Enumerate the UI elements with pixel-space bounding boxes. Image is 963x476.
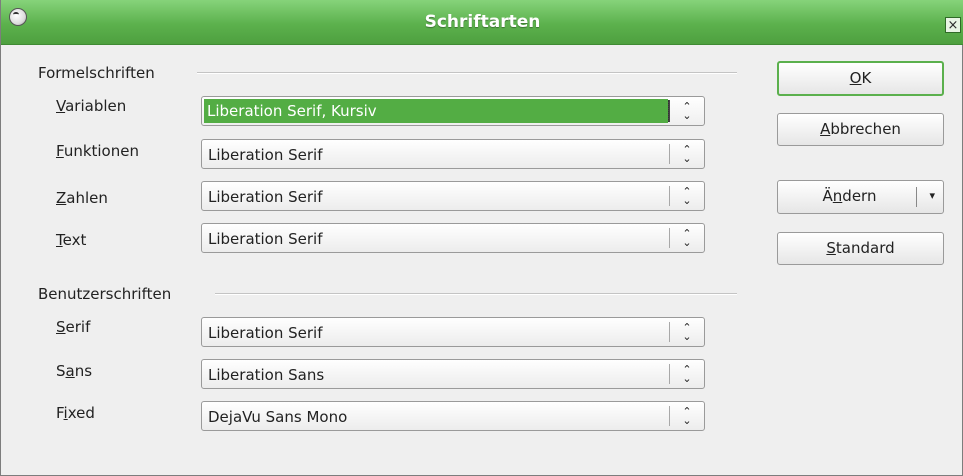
fixed-font-combo[interactable]: DejaVu Sans Mono ⌃ ⌄ — [201, 401, 705, 431]
spin-arrows-icon[interactable]: ⌃ ⌄ — [678, 144, 696, 164]
modify-label: Ändern — [822, 187, 877, 205]
dropdown-arrow-icon[interactable]: ▾ — [929, 181, 935, 211]
functions-label: Funktionen — [56, 142, 139, 160]
sans-label: Sans — [56, 362, 93, 380]
spin-arrows-icon[interactable]: ⌃ ⌄ — [678, 406, 696, 426]
numbers-label: Zahlen — [56, 189, 108, 207]
sans-font-combo[interactable]: Liberation Sans ⌃ ⌄ — [201, 359, 705, 389]
sans-font-value: Liberation Sans — [208, 366, 325, 384]
spin-arrows-icon[interactable]: ⌃ ⌄ — [678, 101, 696, 121]
spin-arrows-icon[interactable]: ⌃ ⌄ — [678, 322, 696, 342]
text-font-combo[interactable]: Liberation Serif ⌃ ⌄ — [201, 223, 705, 253]
spin-arrows-icon[interactable]: ⌃ ⌄ — [678, 186, 696, 206]
numbers-font-combo[interactable]: Liberation Serif ⌃ ⌄ — [201, 181, 705, 211]
functions-font-value: Liberation Serif — [208, 146, 323, 164]
serif-font-value: Liberation Serif — [208, 324, 323, 342]
serif-label: Serif — [56, 318, 91, 336]
text-font-value: Liberation Serif — [208, 230, 323, 248]
spin-arrows-icon[interactable]: ⌃ ⌄ — [678, 364, 696, 384]
numbers-font-value: Liberation Serif — [208, 188, 323, 206]
cancel-button[interactable]: Abbrechen — [777, 113, 944, 146]
formula-fonts-heading: Formelschriften — [38, 64, 155, 82]
formula-fonts-separator — [197, 72, 737, 74]
spin-arrows-icon[interactable]: ⌃ ⌄ — [678, 228, 696, 248]
modify-button[interactable]: Ändern ▾ — [777, 180, 944, 214]
fonts-dialog: Schriftarten × Formelschriften Variablen… — [0, 0, 963, 476]
variables-label: Variablen — [56, 97, 127, 115]
ok-button[interactable]: OK — [777, 61, 944, 96]
custom-fonts-heading: Benutzerschriften — [38, 285, 172, 303]
standard-button[interactable]: Standard — [777, 232, 944, 265]
title-bar[interactable]: Schriftarten × — [1, 0, 963, 45]
fixed-font-value: DejaVu Sans Mono — [208, 408, 348, 426]
functions-font-combo[interactable]: Liberation Serif ⌃ ⌄ — [201, 139, 705, 169]
dialog-title: Schriftarten — [424, 12, 541, 32]
variables-font-value: Liberation Serif, Kursiv — [204, 99, 668, 123]
fixed-label: Fixed — [56, 404, 95, 422]
close-icon[interactable]: × — [945, 17, 961, 33]
text-label: Text — [56, 231, 87, 249]
serif-font-combo[interactable]: Liberation Serif ⌃ ⌄ — [201, 317, 705, 347]
custom-fonts-separator — [215, 293, 737, 295]
variables-font-combo[interactable]: Liberation Serif, Kursiv ⌃ ⌄ — [201, 96, 705, 126]
